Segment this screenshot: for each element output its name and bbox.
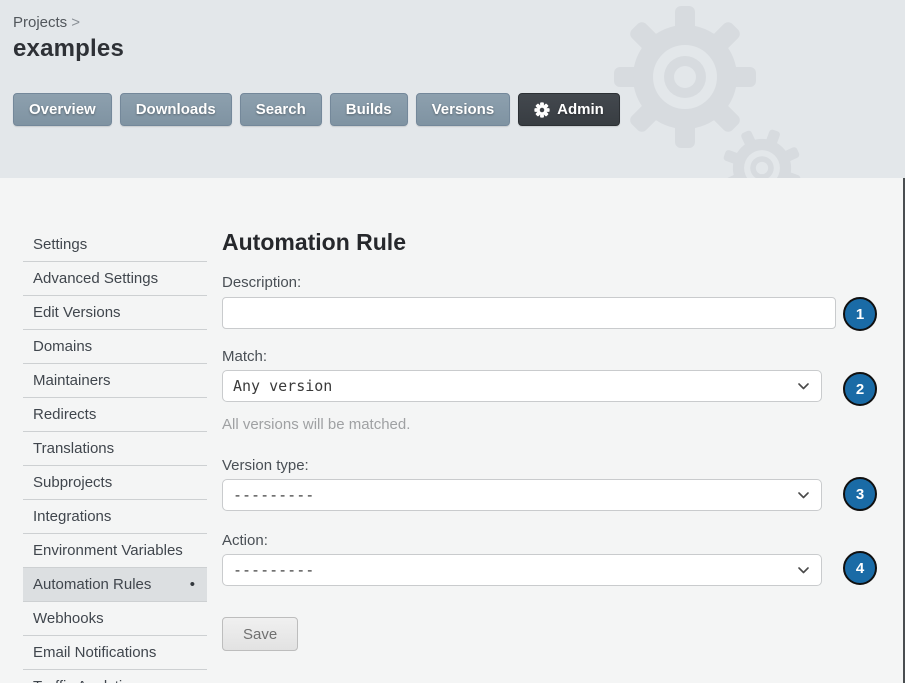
sidebar-item-environment-variables[interactable]: Environment Variables bbox=[23, 534, 207, 568]
sidebar-item-edit-versions[interactable]: Edit Versions bbox=[23, 296, 207, 330]
project-header: Projects> examples Overview Downloads Se… bbox=[0, 0, 905, 178]
sidebar-item-traffic-analytics[interactable]: Traffic Analytics bbox=[23, 670, 207, 683]
nav-admin-button[interactable]: Admin bbox=[518, 93, 620, 126]
breadcrumb-separator: > bbox=[71, 14, 80, 31]
sidebar-item-settings[interactable]: Settings bbox=[23, 228, 207, 262]
chevron-down-icon bbox=[798, 383, 809, 390]
nav-versions-button[interactable]: Versions bbox=[416, 93, 511, 126]
nav-search-button[interactable]: Search bbox=[240, 93, 322, 126]
gear-icon bbox=[534, 102, 550, 118]
sidebar-item-translations[interactable]: Translations bbox=[23, 432, 207, 466]
sidebar-item-advanced-settings[interactable]: Advanced Settings bbox=[23, 262, 207, 296]
sidebar-item-email-notifications[interactable]: Email Notifications bbox=[23, 636, 207, 670]
admin-sidebar: Settings Advanced Settings Edit Versions… bbox=[23, 228, 207, 683]
sidebar-item-webhooks[interactable]: Webhooks bbox=[23, 602, 207, 636]
nav-downloads-button[interactable]: Downloads bbox=[120, 93, 232, 126]
annotation-badge-2: 2 bbox=[843, 372, 877, 406]
description-input[interactable] bbox=[222, 297, 836, 329]
annotation-badge-3: 3 bbox=[843, 477, 877, 511]
sidebar-item-label: Automation Rules bbox=[33, 576, 151, 593]
chevron-down-icon bbox=[798, 567, 809, 574]
breadcrumb-projects-link[interactable]: Projects bbox=[13, 14, 67, 31]
description-label: Description: bbox=[222, 273, 836, 292]
form-heading: Automation Rule bbox=[222, 228, 836, 256]
version-type-select[interactable]: --------- bbox=[222, 479, 822, 511]
sidebar-item-domains[interactable]: Domains bbox=[23, 330, 207, 364]
save-button[interactable]: Save bbox=[222, 617, 298, 651]
sidebar-item-automation-rules[interactable]: Automation Rules • bbox=[23, 568, 207, 602]
annotation-badge-1: 1 bbox=[843, 297, 877, 331]
sidebar-item-redirects[interactable]: Redirects bbox=[23, 398, 207, 432]
chevron-down-icon bbox=[798, 492, 809, 499]
sidebar-item-subprojects[interactable]: Subprojects bbox=[23, 466, 207, 500]
nav-builds-button[interactable]: Builds bbox=[330, 93, 408, 126]
match-select-value: Any version bbox=[233, 377, 332, 395]
sidebar-item-maintainers[interactable]: Maintainers bbox=[23, 364, 207, 398]
match-help-text: All versions will be matched. bbox=[222, 415, 836, 434]
page-title: examples bbox=[13, 35, 905, 63]
match-label: Match: bbox=[222, 347, 836, 366]
nav-overview-button[interactable]: Overview bbox=[13, 93, 112, 126]
nav-admin-label: Admin bbox=[557, 101, 604, 118]
active-indicator-dot-icon: • bbox=[190, 568, 195, 601]
project-nav: Overview Downloads Search Builds Version… bbox=[13, 93, 905, 126]
match-select[interactable]: Any version bbox=[222, 370, 822, 402]
action-label: Action: bbox=[222, 531, 836, 550]
sidebar-item-integrations[interactable]: Integrations bbox=[23, 500, 207, 534]
breadcrumb: Projects> bbox=[13, 14, 905, 31]
admin-content: Settings Advanced Settings Edit Versions… bbox=[0, 178, 905, 683]
annotation-badge-4: 4 bbox=[843, 551, 877, 585]
action-select[interactable]: --------- bbox=[222, 554, 822, 586]
automation-rule-form: Automation Rule Description: Match: Any … bbox=[222, 228, 836, 651]
version-type-select-value: --------- bbox=[233, 486, 314, 504]
action-select-value: --------- bbox=[233, 561, 314, 579]
page: Projects> examples Overview Downloads Se… bbox=[0, 0, 905, 683]
version-type-label: Version type: bbox=[222, 456, 836, 475]
